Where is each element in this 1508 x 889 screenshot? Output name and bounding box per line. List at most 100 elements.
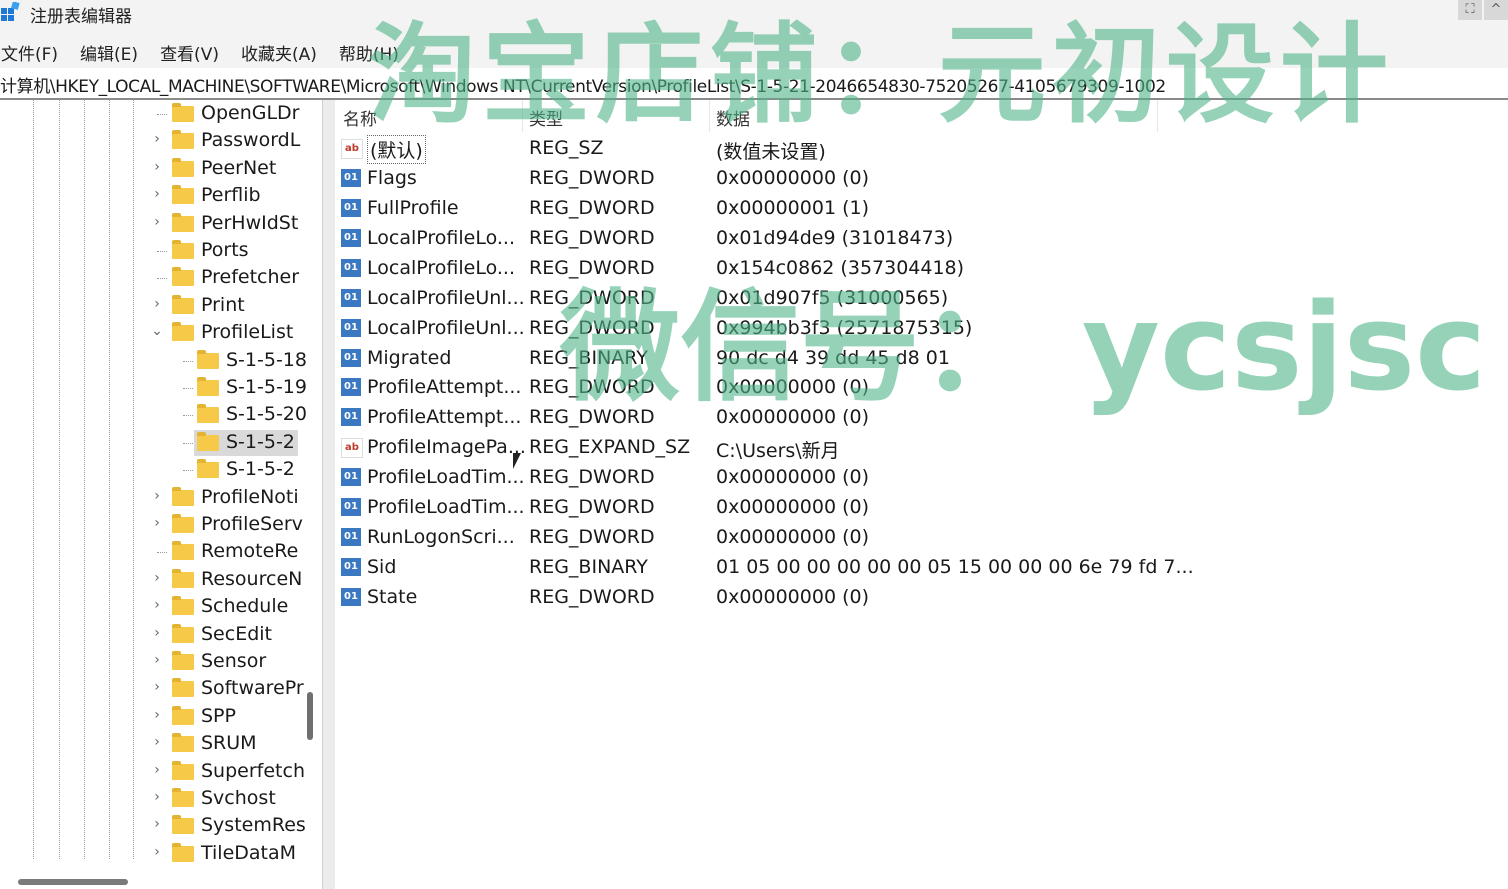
chevron-right-icon[interactable]: › [151,816,163,832]
value-row[interactable]: 01 LocalProfileUnl... REG_DWORD 0x994bb3f3 … [335,314,1508,344]
chevron-right-icon[interactable]: › [151,597,163,613]
tree-item[interactable]: Prefetcher [0,265,300,292]
tree-item[interactable]: › PasswordL [0,128,300,155]
tree-item[interactable]: › Svchost [0,786,300,813]
tree-item[interactable]: › SecEdit [0,622,300,649]
column-header-name[interactable]: 名称 [343,105,377,130]
tree-item[interactable]: S-1-5-18 [0,348,307,375]
chevron-right-icon[interactable]: › [151,515,163,531]
value-row[interactable]: 01 Flags REG_DWORD 0x00000000 (0) [335,164,1508,194]
value-row[interactable]: 01 LocalProfileLo... REG_DWORD 0x01d94de9 (… [335,224,1508,254]
value-data: C:\Users\新月 [716,440,840,463]
value-row[interactable]: 01 Sid REG_BINARY 01 05 00 00 00 00 00 05 1… [335,553,1508,583]
value-row[interactable]: 01 ProfileLoadTim... REG_DWORD 0x00000000 (… [335,493,1508,523]
value-type: REG_BINARY [529,556,648,579]
chevron-down-icon[interactable]: ⌄ [151,323,163,339]
tree-item-label: Ports [201,239,249,261]
tree-item[interactable]: › PeerNet [0,156,300,183]
menu-help[interactable]: 帮助(H) [338,34,410,68]
collapse-button[interactable]: ^ [1484,0,1508,20]
tree-vertical-scrollbar[interactable] [307,692,313,740]
tree-item[interactable]: › Perflib [0,183,300,210]
chevron-right-icon[interactable]: › [151,214,163,230]
value-data: 0x00000001 (1) [716,196,869,219]
value-type: REG_DWORD [529,526,655,549]
tree-item[interactable]: RemoteRe [0,539,300,566]
value-row[interactable]: ab (默认) REG_SZ (数值未设置) [335,134,1508,164]
tree-item[interactable]: S-1-5-2 [0,429,300,457]
folder-icon [172,322,194,342]
menu-view[interactable]: 查看(V) [159,34,230,68]
value-name: LocalProfileLo... [367,256,515,279]
value-row[interactable]: 01 ProfileAttempt... REG_DWORD 0x00000000 (… [335,403,1508,433]
chevron-right-icon[interactable]: › [151,625,163,641]
binary-value-icon: 01 [341,318,361,337]
column-divider[interactable] [522,100,523,132]
tree-item[interactable]: Ports [0,238,300,265]
value-row[interactable]: 01 ProfileAttempt... REG_DWORD 0x00000000 (… [335,373,1508,403]
tree-item[interactable]: › Schedule [0,594,300,621]
value-row[interactable]: 01 LocalProfileUnl... REG_DWORD 0x01d907f5 … [335,284,1508,314]
chevron-right-icon[interactable]: › [151,570,163,586]
chevron-right-icon[interactable]: › [151,488,163,504]
tree-item[interactable]: › SoftwarePr [0,676,304,703]
tree-item[interactable]: S-1-5-19 [0,375,307,402]
value-row[interactable]: 01 RunLogonScri... REG_DWORD 0x00000000 (0) [335,523,1508,553]
value-name: ProfileAttempt... [367,406,522,429]
column-header-type[interactable]: 类型 [529,105,563,130]
column-header-data[interactable]: 数据 [716,105,750,130]
value-data: 0x00000000 (0) [716,466,869,489]
column-divider[interactable] [1157,100,1158,132]
chevron-right-icon[interactable]: › [151,789,163,805]
folder-icon [172,212,194,232]
menu-edit[interactable]: 编辑(E) [79,34,149,68]
value-row[interactable]: 01 State REG_DWORD 0x00000000 (0) [335,583,1508,613]
tree-item[interactable]: ⌄ ProfileList [0,320,300,347]
value-row[interactable]: 01 LocalProfileLo... REG_DWORD 0x154c0862 (… [335,254,1508,284]
tree-horizontal-scrollbar[interactable] [18,879,128,885]
tree-item[interactable]: › Superfetch [0,759,305,786]
tree-item[interactable]: › Sensor [0,649,300,676]
tree-item[interactable]: › SystemRes [0,813,306,840]
tree-item[interactable]: › TileDataM [0,841,300,868]
tree-connector [183,415,193,417]
tree-item[interactable]: S-1-5-2 [0,457,300,484]
tree-item-label: ProfileServ [201,513,303,535]
value-row[interactable]: 01 ProfileLoadTim... REG_DWORD 0x00000000 (… [335,463,1508,493]
tree-item[interactable]: › Print [0,293,300,320]
pane-splitter[interactable] [322,100,336,889]
tree-item[interactable]: › ProfileServ [0,512,303,539]
tree-item[interactable]: › SPP [0,704,300,731]
tree-item[interactable]: › ProfileNoti [0,485,300,512]
tree-item[interactable]: S-1-5-20 [0,402,307,429]
column-divider[interactable] [709,100,710,132]
address-path[interactable]: 计算机\HKEY_LOCAL_MACHINE\SOFTWARE\Microsof… [0,72,1166,97]
values-list[interactable]: 名称 类型 数据 ab (默认) REG_SZ (数值未设置) 01 Flags REG_D… [335,100,1508,889]
folder-icon [172,788,194,807]
maximize-button[interactable]: ⛶ [1458,0,1482,20]
menu-favorites[interactable]: 收藏夹(A) [240,34,328,68]
tree-item[interactable]: OpenGLDr [0,101,300,128]
value-row[interactable]: 01 FullProfile REG_DWORD 0x00000001 (1) [335,194,1508,224]
key-tree[interactable]: OpenGLDr › PasswordL › PeerNet › Perflib › PerHw… [0,100,322,889]
chevron-right-icon[interactable]: › [151,186,163,202]
chevron-right-icon[interactable]: › [151,734,163,750]
chevron-right-icon[interactable]: › [151,652,163,668]
menu-file[interactable]: 文件(F) [0,34,69,68]
tree-item[interactable]: › SRUM [0,731,300,758]
chevron-right-icon[interactable]: › [151,844,163,860]
value-row[interactable]: ab ProfileImagePa... REG_EXPAND_SZ C:\Users… [335,433,1508,463]
tree-item[interactable]: › ResourceN [0,567,302,594]
address-bar[interactable]: 计算机\HKEY_LOCAL_MACHINE\SOFTWARE\Microsof… [0,68,1508,100]
value-row[interactable]: 01 Migrated REG_BINARY 90 dc d4 39 dd 45 d8… [335,344,1508,374]
tree-item[interactable]: › PerHwIdSt [0,211,300,238]
binary-value-icon: 01 [341,168,361,187]
chevron-right-icon[interactable]: › [151,762,163,778]
chevron-right-icon[interactable]: › [151,707,163,723]
chevron-right-icon[interactable]: › [151,679,163,695]
chevron-right-icon[interactable]: › [151,159,163,175]
chevron-right-icon[interactable]: › [151,296,163,312]
value-data: 0x00000000 (0) [716,496,869,519]
folder-icon [197,349,219,369]
chevron-right-icon[interactable]: › [151,131,163,147]
